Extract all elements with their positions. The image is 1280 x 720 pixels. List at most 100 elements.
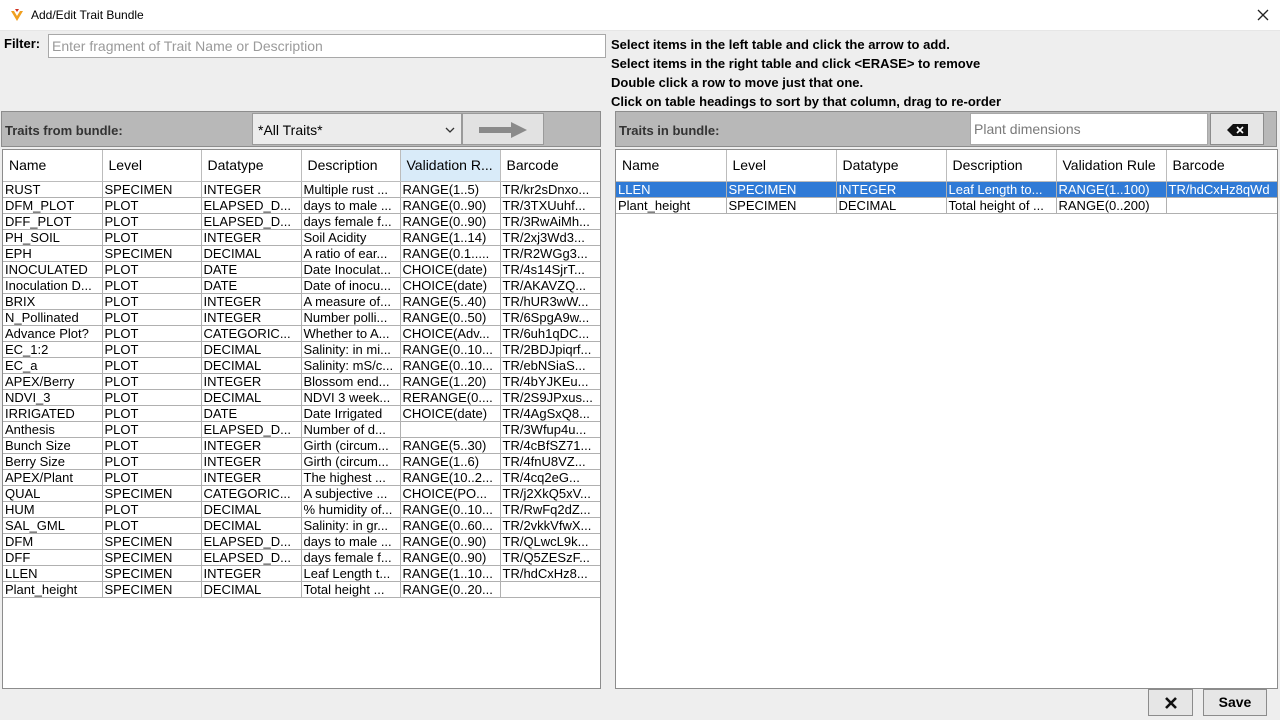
close-icon[interactable] [1254, 6, 1272, 24]
table-cell: ELAPSED_D... [201, 549, 302, 566]
column-header[interactable]: Level [726, 150, 837, 182]
filter-label: Filter: [4, 36, 41, 51]
table-row[interactable]: DFM_PLOT PLOT ELAPSED_D... days to male ...… [3, 197, 600, 214]
table-cell: Plant_height [616, 197, 727, 214]
table-row[interactable]: EC_a PLOT DECIMAL Salinity: mS/c... RANGE(0.… [3, 357, 600, 374]
table-cell: INTEGER [201, 293, 302, 310]
table-row[interactable]: LLEN SPECIMEN INTEGER Leaf Length to... RANG… [616, 181, 1277, 198]
table-cell: CATEGORIC... [201, 325, 302, 342]
table-row[interactable]: APEX/Berry PLOT INTEGER Blossom end... RANGE… [3, 373, 600, 390]
table-cell: DATE [201, 261, 302, 278]
table-cell: N_Pollinated [3, 309, 103, 326]
erase-button[interactable] [1210, 113, 1264, 145]
table-row[interactable]: Bunch Size PLOT INTEGER Girth (circum... RAN… [3, 437, 600, 454]
column-header[interactable]: Validation Rule [1056, 150, 1167, 182]
table-row[interactable]: Anthesis PLOT ELAPSED_D... Number of d... TR… [3, 421, 600, 438]
table-row[interactable]: LLEN SPECIMEN INTEGER Leaf Length t... RANGE… [3, 565, 600, 582]
table-cell: RANGE(0..20... [400, 581, 501, 598]
column-header[interactable]: Name [3, 150, 103, 182]
table-cell: PLOT [102, 469, 202, 486]
bundle-select[interactable]: *All Traits* [252, 113, 462, 145]
table-cell: Total height ... [301, 581, 401, 598]
table-cell: Multiple rust ... [301, 181, 401, 198]
table-row[interactable]: DFF SPECIMEN ELAPSED_D... days female f... R… [3, 549, 600, 566]
table-cell: RANGE(10..2... [400, 469, 501, 486]
table-row[interactable]: Advance Plot? PLOT CATEGORIC... Whether to … [3, 325, 600, 342]
table-cell: SPECIMEN [102, 181, 202, 198]
column-header[interactable]: Barcode [500, 150, 600, 182]
table-row[interactable]: IRRIGATED PLOT DATE Date Irrigated CHOICE(da… [3, 405, 600, 422]
table-cell: Number of d... [301, 421, 401, 438]
table-row[interactable]: DFM SPECIMEN ELAPSED_D... days to male ... R… [3, 533, 600, 550]
save-button[interactable]: Save [1203, 689, 1267, 716]
table-row[interactable]: NDVI_3 PLOT DECIMAL NDVI 3 week... RERANGE(0… [3, 389, 600, 406]
column-header[interactable]: Datatype [836, 150, 947, 182]
table-cell: NDVI_3 [3, 389, 103, 406]
left-traits-table[interactable]: Name Level Datatype Description Validation R… [2, 149, 601, 689]
table-row[interactable]: SAL_GML PLOT DECIMAL Salinity: in gr... RANG… [3, 517, 600, 534]
table-cell: INOCULATED [3, 261, 103, 278]
table-row[interactable]: DFF_PLOT PLOT ELAPSED_D... days female f...… [3, 213, 600, 230]
table-cell: Anthesis [3, 421, 103, 438]
x-icon [1164, 697, 1177, 709]
app-logo-icon [11, 9, 23, 21]
column-header[interactable]: Name [616, 150, 727, 182]
table-cell [1166, 197, 1277, 214]
traits-from-bundle-label: Traits from bundle: [5, 123, 123, 138]
table-cell: TR/2xj3Wd3... [500, 229, 600, 246]
table-cell: TR/4fnU8VZ... [500, 453, 600, 470]
cancel-button[interactable] [1148, 689, 1193, 716]
table-cell: CATEGORIC... [201, 485, 302, 502]
table-cell: ELAPSED_D... [201, 421, 302, 438]
table-cell: APEX/Plant [3, 469, 103, 486]
table-row[interactable]: Inoculation D... PLOT DATE Date of inocu...… [3, 277, 600, 294]
table-cell: days female f... [301, 213, 401, 230]
column-header[interactable]: Description [301, 150, 401, 182]
right-traits-table[interactable]: Name Level Datatype Description Validation R… [615, 149, 1278, 689]
table-cell: Bunch Size [3, 437, 103, 454]
table-cell: Plant_height [3, 581, 103, 598]
table-row[interactable]: PH_SOIL PLOT INTEGER Soil Acidity RANGE(1..1… [3, 229, 600, 246]
table-row[interactable]: Berry Size PLOT INTEGER Girth (circum... RAN… [3, 453, 600, 470]
traits-in-bundle-label: Traits in bundle: [619, 123, 720, 138]
right-panel-header: Traits in bundle: [615, 111, 1277, 147]
column-header[interactable]: Validation R... [400, 150, 501, 182]
column-header[interactable]: Barcode [1166, 150, 1277, 182]
table-row[interactable]: EC_1:2 PLOT DECIMAL Salinity: in mi... RANGE… [3, 341, 600, 358]
table-row[interactable]: HUM PLOT DECIMAL% humidity of... RANGE(0..1… [3, 501, 600, 518]
table-cell: TR/QLwcL9k... [500, 533, 600, 550]
table-cell: APEX/Berry [3, 373, 103, 390]
table-row[interactable]: BRIX PLOT INTEGER A measure of... RANGE(5..4… [3, 293, 600, 310]
table-cell: CHOICE(date) [400, 277, 501, 294]
table-cell: CHOICE(Adv... [400, 325, 501, 342]
table-cell: RANGE(5..30) [400, 437, 501, 454]
filter-input[interactable] [48, 34, 606, 58]
table-cell: DATE [201, 405, 302, 422]
table-cell: TR/R2WGg3... [500, 245, 600, 262]
column-header[interactable]: Description [946, 150, 1057, 182]
add-arrow-button[interactable] [462, 113, 544, 145]
table-cell: RUST [3, 181, 103, 198]
table-row[interactable]: Plant_height SPECIMEN DECIMAL Total height … [3, 581, 600, 598]
table-cell: TR/3Wfup4u... [500, 421, 600, 438]
instruction-line: Select items in the right table and clic… [611, 56, 981, 71]
erase-icon [1227, 124, 1248, 136]
table-cell: INTEGER [201, 453, 302, 470]
table-cell: BRIX [3, 293, 103, 310]
column-header[interactable]: Level [102, 150, 202, 182]
table-row[interactable]: INOCULATED PLOT DATE Date Inoculat... CHOICE… [3, 261, 600, 278]
table-cell: QUAL [3, 485, 103, 502]
table-cell: TR/4s14SjrT... [500, 261, 600, 278]
table-row[interactable]: APEX/Plant PLOT INTEGER The highest ... RANG… [3, 469, 600, 486]
table-cell: PLOT [102, 293, 202, 310]
table-row[interactable]: QUAL SPECIMEN CATEGORIC... A subjective ...… [3, 485, 600, 502]
column-header[interactable]: Datatype [201, 150, 302, 182]
table-cell: Salinity: in mi... [301, 341, 401, 358]
table-row[interactable]: Plant_height SPECIMEN DECIMAL Total height … [616, 197, 1277, 214]
table-cell: days female f... [301, 549, 401, 566]
table-row[interactable]: RUST SPECIMEN INTEGER Multiple rust ... RANG… [3, 181, 600, 198]
bundle-name-input[interactable] [970, 113, 1208, 145]
table-cell: PLOT [102, 309, 202, 326]
table-row[interactable]: N_Pollinated PLOT INTEGER Number polli... RA… [3, 309, 600, 326]
table-row[interactable]: EPH SPECIMEN DECIMAL A ratio of ear... RANGE… [3, 245, 600, 262]
